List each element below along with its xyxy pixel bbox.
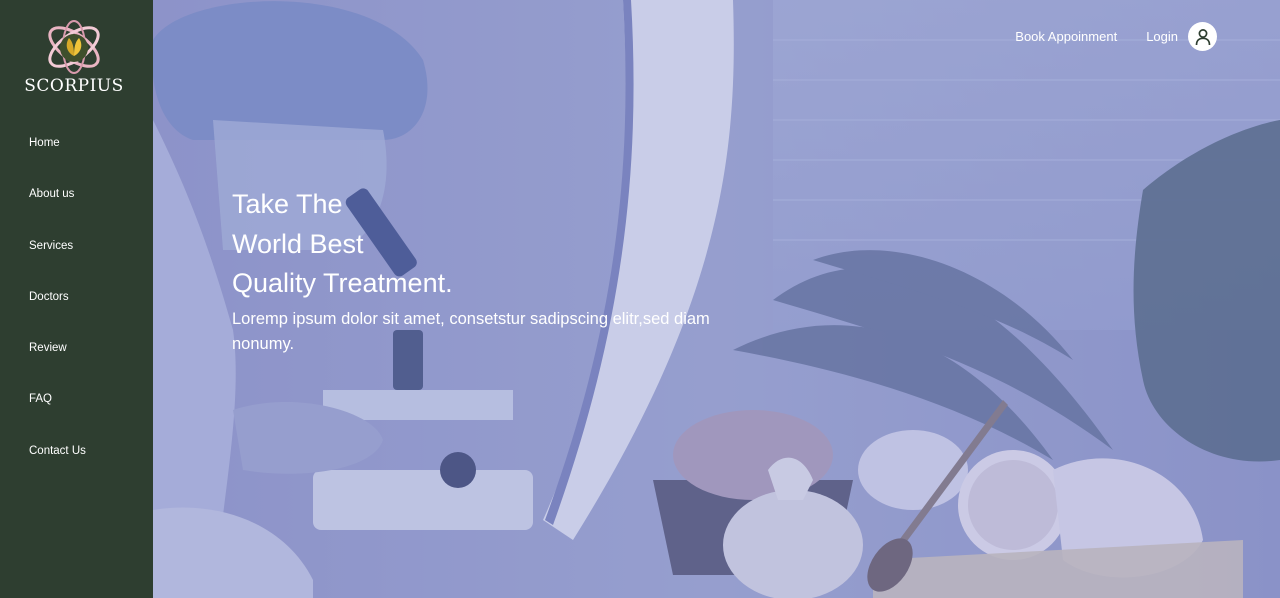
sidebar-nav: Home About us Services Doctors Review FA…: [29, 137, 86, 496]
sidebar-item-review[interactable]: Review: [29, 342, 86, 393]
brand-name: SCORPIUS: [24, 76, 124, 96]
top-nav: Book Appoinment Login: [1015, 22, 1217, 51]
user-icon: [1195, 28, 1210, 45]
sidebar-item-faq[interactable]: FAQ: [29, 393, 86, 444]
book-appointment-link[interactable]: Book Appoinment: [1015, 29, 1117, 44]
sidebar-item-about-us[interactable]: About us: [29, 188, 86, 239]
hero-headline-line-3: Quality Treatment.: [232, 268, 453, 298]
user-avatar-button[interactable]: [1188, 22, 1217, 51]
hero-headline-line-1: Take The: [232, 189, 343, 219]
landing-page: SCORPIUS Home About us Services Doctors …: [0, 0, 1280, 598]
sidebar-item-doctors[interactable]: Doctors: [29, 291, 86, 342]
sidebar-item-services[interactable]: Services: [29, 240, 86, 291]
login-link[interactable]: Login: [1146, 29, 1178, 44]
brand-logo[interactable]: SCORPIUS: [0, 14, 148, 96]
hero-section: Book Appoinment Login Take The World Bes…: [153, 0, 1280, 598]
sidebar: SCORPIUS Home About us Services Doctors …: [0, 0, 153, 598]
sidebar-item-contact-us[interactable]: Contact Us: [29, 445, 86, 496]
hero-headline-line-2: World Best: [232, 228, 364, 259]
hero-subtext: Loremp ipsum dolor sit amet, consetstur …: [232, 310, 710, 353]
hero-headline: Take The World Best Quality Treatment.: [232, 185, 453, 304]
sidebar-item-home[interactable]: Home: [29, 137, 86, 188]
leaf-orbit-logo-icon: [48, 20, 100, 74]
